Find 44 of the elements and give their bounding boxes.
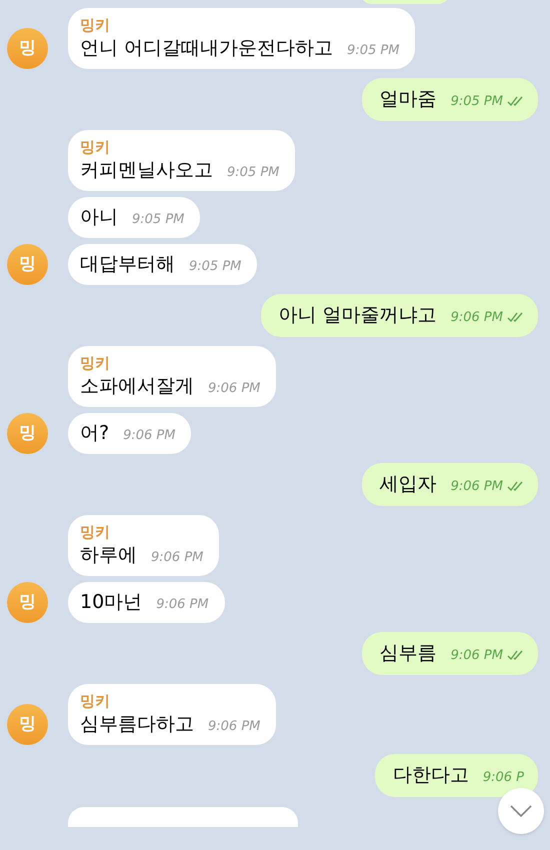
message-time: 9:06 PM [450,478,503,496]
message-time: 9:06 PM [208,380,260,398]
message-time: 9:06 PM [151,548,204,566]
message-text: 하루에 [80,543,137,568]
chevron-down-icon [510,805,532,817]
message-time: 9:05 PM [132,210,184,228]
message-time: 9:06 PM [123,426,176,444]
message-text: 소파에서잘게 [80,374,194,399]
double-check-icon [507,312,524,322]
avatar[interactable]: 밍 [7,244,48,285]
avatar[interactable]: 밍 [7,582,48,623]
sender-name: 밍키 [80,691,111,711]
message-text: 세입자 [380,472,437,497]
message-text: 언니 어디갈때내가운전다하고 [80,36,334,61]
message-text: 다한다고 [392,763,469,788]
message-text: 10마넌 [80,590,142,615]
message-time: 9:05 PM [227,164,280,182]
scroll-down-button[interactable] [498,788,544,834]
message-text: 심부름 [380,641,437,666]
sender-name: 밍키 [80,353,111,373]
message-text: 커피멘닐사오고 [80,158,213,183]
message-time: 9:06 PM [450,308,503,326]
message-time: 9:05 PM [189,258,242,276]
message-time: 9:05 PM [450,92,503,110]
double-check-icon [507,481,524,492]
message-text: 심부름다하고 [80,712,194,737]
message-time: 9:06 PM [450,646,503,664]
message-time: 9:06 P [482,768,524,786]
message-text: 얼마줌 [380,87,437,112]
message-time: 9:05 PM [347,42,400,60]
message-time: 9:06 PM [208,718,260,736]
avatar[interactable]: 밍 [7,413,48,454]
avatar[interactable]: 밍 [7,704,48,745]
double-check-icon [507,96,524,106]
sender-name: 밍키 [80,522,111,542]
sender-name: 밍키 [80,15,111,35]
double-check-icon [507,650,524,660]
message-time: 9:06 PM [156,596,209,614]
message-text: 대답부터해 [80,252,175,277]
sender-name: 밍키 [80,137,111,157]
avatar[interactable]: 밍 [7,28,48,69]
message-text: 어? [80,421,110,446]
message-text: 아니 [80,205,118,230]
message-text: 아니 얼마줄꺼냐고 [278,303,437,328]
